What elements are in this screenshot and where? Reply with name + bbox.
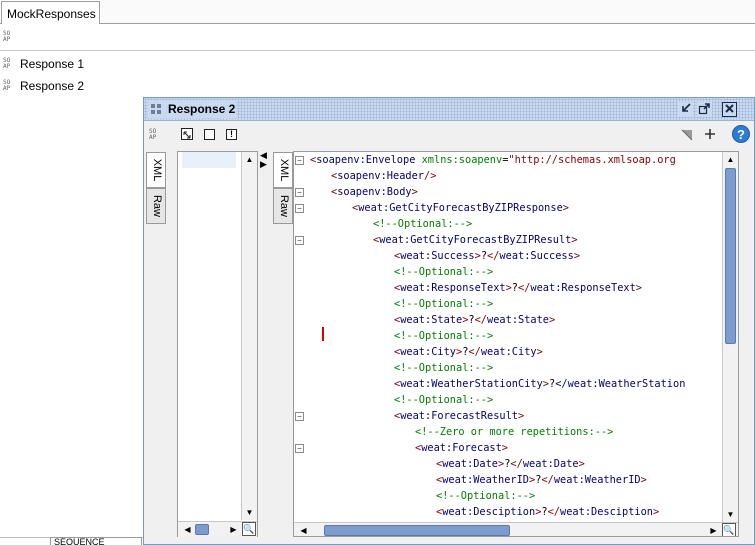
xml-line: <weat:WeatherStationCity>?</weat:Weather… <box>394 378 686 390</box>
soap-icon[interactable]: SO AP <box>149 129 161 141</box>
bottom-field[interactable]: SEQUENCE <box>50 537 142 545</box>
tab-mockresponses[interactable]: MockResponses <box>1 1 100 24</box>
tab-left-xml[interactable]: XML <box>146 152 166 188</box>
scroll-left-icon[interactable]: ◀ <box>296 523 311 536</box>
scroll-thumb[interactable] <box>324 525 510 536</box>
window-title-bar[interactable]: Response 2 <box>144 98 754 121</box>
soap-icon: SO AP <box>3 79 11 92</box>
xml-line: <weat:GetCityForecastByZIPResponse> <box>352 202 569 214</box>
scroll-down-icon[interactable]: ▼ <box>242 505 257 520</box>
xml-line: <weat:Success>?</weat:Success> <box>394 250 581 262</box>
editor-gutter <box>182 152 236 168</box>
scroll-left-icon[interactable]: ◀ <box>180 522 195 537</box>
tab-label: Raw <box>151 194 163 217</box>
tab-label: XML <box>278 158 290 182</box>
text-caret <box>322 327 324 341</box>
xml-line: <weat:WeatherID>?</weat:WeatherID> <box>436 474 647 486</box>
tab-right-raw[interactable]: Raw <box>273 188 293 224</box>
window-grip-icon <box>151 104 161 114</box>
xml-line: <weat:State>?</weat:State> <box>394 314 556 326</box>
splitter[interactable]: ◀ ▶ <box>259 151 269 537</box>
xml-line: <!--Optional:--> <box>394 266 494 278</box>
resize-icon[interactable] <box>181 128 193 140</box>
xml-line: <!--Optional:--> <box>373 218 473 230</box>
xml-line: <weat:Date>?</weat:Date> <box>436 458 585 470</box>
zoom-icon[interactable]: 🔍 <box>722 523 736 536</box>
xml-line: <soapenv:Body> <box>331 186 418 198</box>
scroll-up-icon[interactable]: ▲ <box>242 152 257 167</box>
xml-line: <!--Optional:--> <box>394 394 494 406</box>
maximize-icon[interactable] <box>697 102 712 117</box>
tab-strip: MockResponses <box>0 0 755 24</box>
editor-toolbar: SO AP ! ? <box>144 122 754 146</box>
xml-line: <weat:ForecastResult> <box>394 410 525 422</box>
xml-line: <soapenv:Header/> <box>331 170 437 182</box>
response-xml-editor[interactable]: − − − − − − <soapenv:Envelope xmlns:soapenv="… <box>293 151 739 537</box>
soap-icon[interactable]: SO AP <box>3 31 15 43</box>
mock-toolbar: SO AP <box>0 25 755 51</box>
xml-line: <weat:Forecast> <box>415 442 508 454</box>
tab-left-raw[interactable]: Raw <box>146 188 166 224</box>
xml-line: <!--Optional:--> <box>394 330 494 342</box>
request-editor[interactable]: ▲ ▼ ◀ ▶ 🔍 <box>177 151 258 537</box>
window-title: Response 2 <box>168 102 236 116</box>
xml-line: <!--Optional:--> <box>394 298 494 310</box>
dock-icon[interactable] <box>678 102 693 117</box>
scroll-right-icon[interactable]: ▶ <box>226 522 241 537</box>
fold-toggle-icon[interactable]: − <box>295 204 304 213</box>
tab-label: Raw <box>278 194 290 217</box>
scroll-down-icon[interactable]: ▼ <box>723 507 738 522</box>
vertical-scrollbar[interactable]: ▲ ▼ <box>722 152 738 522</box>
xml-line: <!--Zero or more repetitions:--> <box>415 426 614 438</box>
xml-line: <weat:City>?</weat:City> <box>394 346 543 358</box>
vertical-scrollbar[interactable]: ▲ ▼ <box>241 152 257 520</box>
scroll-up-icon[interactable]: ▲ <box>723 152 738 167</box>
fold-gutter: − − − − − − <box>294 152 308 522</box>
xml-line: <!--Optional:--> <box>436 490 536 502</box>
help-icon[interactable]: ? <box>732 125 750 143</box>
add-icon[interactable] <box>703 127 717 141</box>
xml-line: <!--Optional:--> <box>394 362 494 374</box>
tab-right-xml[interactable]: XML <box>273 152 293 188</box>
fold-toggle-icon[interactable]: − <box>295 412 304 421</box>
fold-toggle-icon[interactable]: − <box>295 444 304 453</box>
horizontal-scrollbar[interactable]: ◀ ▶ 🔍 <box>178 521 257 537</box>
alert-icon[interactable]: ! <box>226 129 237 140</box>
list-item[interactable]: SO AP Response 1 <box>0 54 140 74</box>
xml-code[interactable]: <soapenv:Envelope xmlns:soapenv="http://… <box>310 152 722 522</box>
close-icon[interactable] <box>722 102 737 117</box>
soap-icon: SO AP <box>3 57 11 70</box>
strikeout-icon[interactable] <box>680 127 694 141</box>
scroll-right-icon[interactable]: ▶ <box>706 523 721 536</box>
tab-strip-background <box>101 0 755 23</box>
fold-toggle-icon[interactable]: − <box>295 236 304 245</box>
zoom-icon[interactable]: 🔍 <box>242 522 256 536</box>
xml-line: <weat:Desciption>?</weat:Desciption> <box>436 506 660 518</box>
list-item-label: Response 1 <box>20 57 85 71</box>
horizontal-scrollbar[interactable]: ◀ ▶ 🔍 <box>294 522 738 536</box>
collapse-right-icon[interactable]: ▶ <box>260 160 267 169</box>
scroll-thumb[interactable] <box>725 168 736 344</box>
scroll-thumb[interactable] <box>195 524 209 535</box>
list-item-label: Response 2 <box>20 79 85 93</box>
tab-label: XML <box>151 158 163 182</box>
xml-line: <weat:GetCityForecastByZIPResult> <box>373 234 578 246</box>
list-item[interactable]: SO AP Response 2 <box>0 76 140 96</box>
xml-line: <soapenv:Envelope xmlns:soapenv="http://… <box>310 154 676 166</box>
fold-toggle-icon[interactable]: − <box>295 188 304 197</box>
xml-line: <weat:ResponseText>?</weat:ResponseText> <box>394 282 642 294</box>
checkbox-icon[interactable] <box>204 129 215 140</box>
fold-toggle-icon[interactable]: − <box>295 156 304 165</box>
